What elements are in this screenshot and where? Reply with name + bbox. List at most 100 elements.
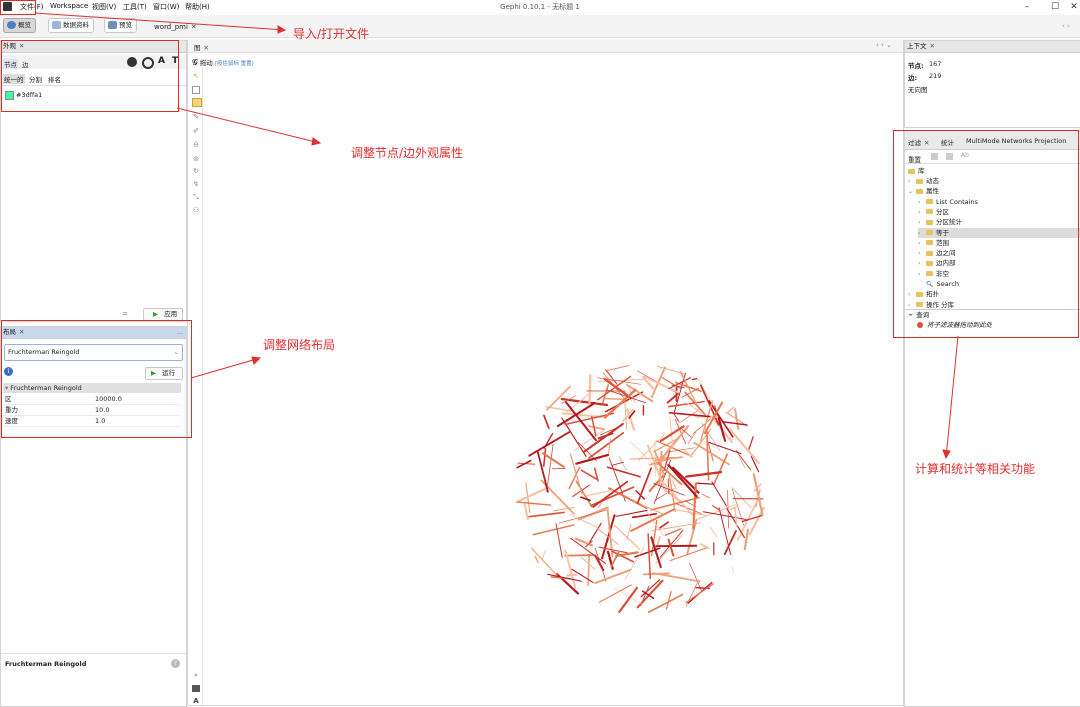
rotate-icon[interactable]: ↻ <box>192 168 200 175</box>
network-edge <box>625 399 627 429</box>
brush-icon[interactable]: ✐ <box>192 128 200 135</box>
network-edge <box>581 470 597 479</box>
context-header: 上下文✕ <box>905 41 1080 53</box>
network-edge <box>748 437 753 451</box>
tab-overview[interactable]: 概览 <box>3 18 36 33</box>
network-edge <box>713 506 720 510</box>
annotation-layout: 调整网络布局 <box>263 336 335 353</box>
annotation-stats: 计算和统计等相关功能 <box>915 460 1035 477</box>
network-edge <box>612 462 624 465</box>
drag-hand-icon[interactable] <box>192 98 202 107</box>
size-icon[interactable]: ⊖ <box>192 142 200 149</box>
close-icon[interactable]: ✕ <box>930 42 935 50</box>
heat-icon[interactable]: ⊚ <box>192 156 200 163</box>
network-edge <box>547 386 570 409</box>
network-edge <box>631 510 673 531</box>
network-edge <box>595 570 630 583</box>
network-edge <box>732 567 734 573</box>
network-edge <box>538 452 548 492</box>
network-edge <box>736 451 751 470</box>
mode-toolbar: 概览 数据资料 预览 word_pmi✕ ‹ › <box>0 15 1080 38</box>
network-edge <box>525 504 528 519</box>
network-edge <box>648 534 650 578</box>
network-edge <box>666 529 681 535</box>
network-edge <box>566 402 596 440</box>
network-edge <box>654 573 700 581</box>
network-edge <box>674 414 679 422</box>
network-edge <box>529 432 569 456</box>
network-edge <box>686 472 721 477</box>
network-edge <box>693 379 697 380</box>
node-add-icon[interactable]: ⚇ <box>192 207 200 214</box>
network-edge <box>544 434 552 448</box>
layout-footer-title: Fruchterman Reingold <box>5 660 86 668</box>
network-canvas[interactable] <box>188 40 903 705</box>
network-edge <box>533 525 573 535</box>
rect-select-icon[interactable] <box>192 86 200 94</box>
font-icon[interactable]: A <box>192 698 200 705</box>
network-edge <box>570 454 582 494</box>
network-edge <box>701 544 708 548</box>
tab-preview[interactable]: 预览 <box>104 18 137 33</box>
scroll-arrows-icon[interactable]: ‹ › <box>1062 22 1070 30</box>
network-edge <box>688 430 697 444</box>
network-edge <box>625 547 644 579</box>
highlight-box-filters <box>893 130 1079 338</box>
network-edge <box>547 444 553 491</box>
overview-icon <box>7 21 16 29</box>
network-edge <box>669 402 705 407</box>
highlight-box-layout <box>1 320 192 438</box>
title-bar: 文件(F) Workspace 视图(V) 工具(T) 窗口(W) 帮助(H) … <box>0 0 1080 14</box>
network-edge <box>606 392 643 412</box>
edge-icon[interactable]: ⤡ <box>192 194 200 201</box>
network-edge <box>672 480 676 489</box>
context-panel: 上下文✕ 节点: 167 边: 219 无向图 <box>904 40 1080 128</box>
network-edge <box>710 527 716 536</box>
network-edge <box>668 479 669 494</box>
network-edge <box>633 514 657 518</box>
reset-icon[interactable]: = <box>122 310 128 318</box>
path-icon[interactable]: ↯ <box>192 181 200 188</box>
graph-panel: 图✕ ‹ › ⌄ 𝓖 拖动 (按住鼠标 重置) <box>187 40 904 706</box>
network-edge <box>652 368 665 398</box>
table-icon <box>52 21 61 29</box>
network-edge <box>606 365 629 370</box>
network-edges <box>517 365 764 612</box>
screenshot-icon[interactable] <box>192 685 200 692</box>
annotation-import-open: 导入/打开文件 <box>293 25 369 42</box>
network-edge <box>543 453 564 467</box>
network-edge <box>627 524 631 539</box>
search-icon[interactable]: ⌕ <box>192 672 200 679</box>
tab-data-lab[interactable]: 数据资料 <box>48 18 94 33</box>
network-edge <box>660 530 683 557</box>
network-edge <box>590 523 601 542</box>
network-edge <box>518 502 551 505</box>
network-edge <box>559 510 606 523</box>
network-edge <box>589 426 604 429</box>
nodes-label: 节点: <box>908 60 924 70</box>
minimize-icon[interactable]: – <box>1013 0 1041 14</box>
network-edge <box>686 580 699 606</box>
network-edge <box>730 429 759 463</box>
network-edge <box>702 494 709 498</box>
network-edge <box>609 439 611 453</box>
graph-type: 无向图 <box>908 84 928 94</box>
network-edge <box>588 554 589 585</box>
network-edge <box>707 432 709 479</box>
workspace-tab[interactable]: word_pmi✕ <box>154 23 197 31</box>
close-icon[interactable]: ✕ <box>191 23 197 31</box>
network-edge <box>701 385 719 424</box>
select-arrow-icon[interactable]: ↖ <box>192 73 200 80</box>
nodes-count: 167 <box>929 60 941 68</box>
network-edge <box>544 415 549 428</box>
network-edge <box>745 530 748 549</box>
close-window-icon[interactable]: ✕ <box>1060 0 1080 14</box>
window-title: Gephi 0.10.1 - 无标题 1 <box>0 2 1080 12</box>
network-edge <box>619 588 637 612</box>
network-edge <box>608 467 640 476</box>
network-edge <box>728 407 733 412</box>
pencil-icon[interactable]: ✎ <box>192 114 200 121</box>
help-icon[interactable]: ? <box>171 659 180 668</box>
edges-label: 边: <box>908 72 917 82</box>
network-edge <box>712 482 727 506</box>
